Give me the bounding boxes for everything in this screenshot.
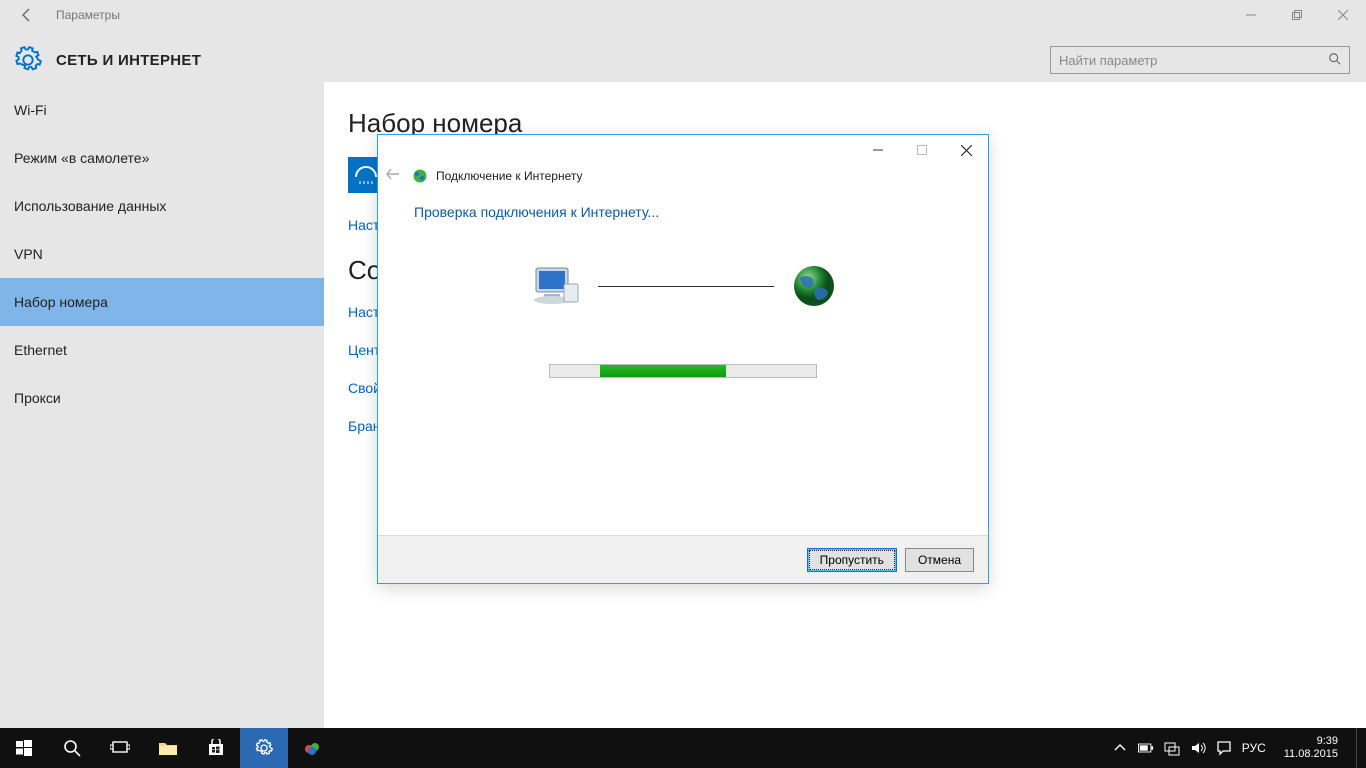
dialog-maximize-button bbox=[900, 135, 944, 165]
action-center-icon[interactable] bbox=[1216, 740, 1232, 756]
gear-icon bbox=[14, 46, 42, 74]
volume-icon[interactable] bbox=[1190, 740, 1206, 756]
search-icon bbox=[1328, 52, 1342, 66]
maximize-button[interactable] bbox=[1274, 0, 1320, 30]
dialog-close-button[interactable] bbox=[944, 135, 988, 165]
computer-icon bbox=[530, 264, 580, 308]
page-header: СЕТЬ И ИНТЕРНЕТ bbox=[0, 30, 1366, 82]
dialog-footer: Пропустить Отмена bbox=[378, 535, 988, 583]
taskbar: РУС 9:39 11.08.2015 bbox=[0, 728, 1366, 768]
connect-wizard-dialog: Подключение к Интернету Проверка подключ… bbox=[377, 134, 989, 584]
start-button[interactable] bbox=[0, 728, 48, 768]
dialog-back-button bbox=[386, 167, 404, 184]
clock[interactable]: 9:39 11.08.2015 bbox=[1276, 735, 1346, 761]
skip-button[interactable]: Пропустить bbox=[807, 548, 897, 572]
titlebar: Параметры bbox=[0, 0, 1366, 30]
battery-icon[interactable] bbox=[1138, 740, 1154, 756]
back-button[interactable] bbox=[12, 0, 42, 30]
show-desktop-button[interactable] bbox=[1356, 728, 1362, 768]
sidebar-item-dialup[interactable]: Набор номера bbox=[0, 278, 324, 326]
globe-icon bbox=[792, 264, 836, 308]
dialog-minimize-button[interactable] bbox=[856, 135, 900, 165]
sidebar: Wi-Fi Режим «в самолете» Использование д… bbox=[0, 82, 324, 728]
clock-date: 11.08.2015 bbox=[1284, 748, 1338, 761]
store-button[interactable] bbox=[192, 728, 240, 768]
cancel-button[interactable]: Отмена bbox=[905, 548, 974, 572]
sidebar-item-data-usage[interactable]: Использование данных bbox=[0, 182, 324, 230]
window-title: Параметры bbox=[56, 8, 120, 22]
tray-chevron-icon[interactable] bbox=[1112, 740, 1128, 756]
dialog-graphic bbox=[414, 264, 952, 308]
wizard-taskbar-button[interactable] bbox=[288, 728, 336, 768]
sidebar-item-vpn[interactable]: VPN bbox=[0, 230, 324, 278]
dialog-titlebar bbox=[378, 135, 988, 165]
minimize-button[interactable] bbox=[1228, 0, 1274, 30]
search-input[interactable] bbox=[1050, 46, 1350, 74]
connection-line bbox=[598, 286, 774, 287]
window-controls bbox=[1228, 0, 1366, 30]
dialog-message: Проверка подключения к Интернету... bbox=[414, 204, 952, 220]
sidebar-item-ethernet[interactable]: Ethernet bbox=[0, 326, 324, 374]
clock-time: 9:39 bbox=[1284, 735, 1338, 748]
taskview-button[interactable] bbox=[96, 728, 144, 768]
network-globe-icon bbox=[412, 168, 428, 184]
progress-fill bbox=[600, 365, 726, 377]
sidebar-item-wifi[interactable]: Wi-Fi bbox=[0, 86, 324, 134]
system-tray: РУС 9:39 11.08.2015 bbox=[1112, 728, 1366, 768]
sidebar-item-airplane[interactable]: Режим «в самолете» bbox=[0, 134, 324, 182]
dialog-title: Подключение к Интернету bbox=[436, 169, 583, 183]
search-button[interactable] bbox=[48, 728, 96, 768]
network-icon[interactable] bbox=[1164, 740, 1180, 756]
settings-taskbar-button[interactable] bbox=[240, 728, 288, 768]
dialog-header: Подключение к Интернету bbox=[378, 165, 988, 192]
progress-bar bbox=[549, 364, 817, 378]
sidebar-item-proxy[interactable]: Прокси bbox=[0, 374, 324, 422]
page-title: СЕТЬ И ИНТЕРНЕТ bbox=[56, 52, 201, 69]
close-button[interactable] bbox=[1320, 0, 1366, 30]
explorer-button[interactable] bbox=[144, 728, 192, 768]
language-indicator[interactable]: РУС bbox=[1242, 741, 1266, 755]
